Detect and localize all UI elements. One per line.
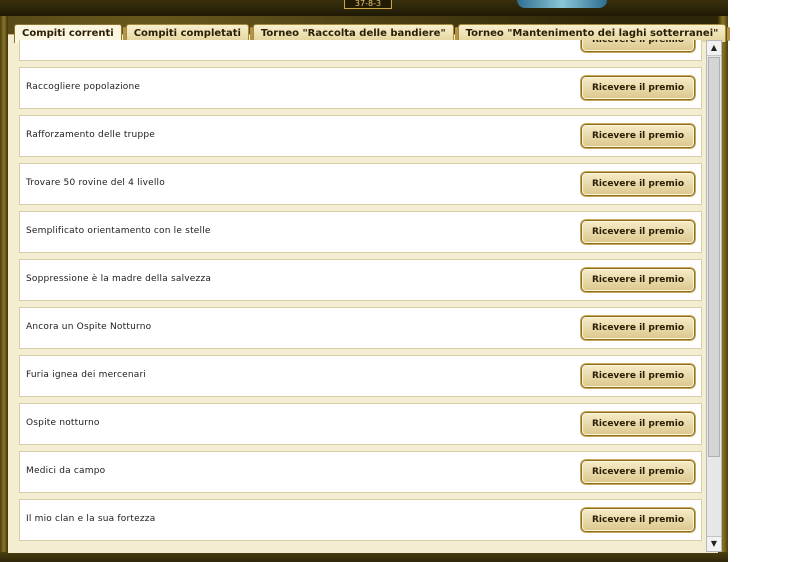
task-label: Raccogliere popolazione — [26, 82, 141, 92]
frame-top: 37-8-3 — [0, 0, 728, 16]
task-row: Furia ignea dei mercenari Ricevere il pr… — [19, 355, 702, 397]
task-row: Medici da campo Ricevere il premio — [19, 451, 702, 493]
receive-reward-button[interactable]: Ricevere il premio — [581, 364, 695, 388]
task-label: Soppressione è la madre della salvezza — [26, 274, 212, 284]
receive-reward-button[interactable]: Ricevere il premio — [581, 172, 695, 196]
task-label: Trovare 50 rovine del 4 livello — [26, 178, 165, 188]
task-row-partial: Ricevere il premio — [19, 40, 702, 61]
task-list: Ricevere il premio Raccogliere popolazio… — [19, 40, 702, 552]
receive-reward-button[interactable]: Ricevere il premio — [581, 508, 695, 532]
frame-bottom — [0, 552, 728, 562]
receive-reward-button[interactable]: Ricevere il premio — [581, 316, 695, 340]
task-row: Rafforzamento delle truppe Ricevere il p… — [19, 115, 702, 157]
task-label: Il mio clan e la sua fortezza — [26, 514, 156, 524]
task-row: Ospite notturno Ricevere il premio — [19, 403, 702, 445]
receive-reward-button[interactable]: Ricevere il premio — [581, 412, 695, 436]
scroll-up-icon[interactable]: ▲ — [707, 41, 721, 56]
task-label: Furia ignea dei mercenari — [26, 370, 147, 380]
task-row: Trovare 50 rovine del 4 livello Ricevere… — [19, 163, 702, 205]
receive-reward-button[interactable]: Ricevere il premio — [581, 40, 695, 52]
task-row: Soppressione è la madre della salvezza R… — [19, 259, 702, 301]
receive-reward-button[interactable]: Ricevere il premio — [581, 220, 695, 244]
task-label: Ospite notturno — [26, 418, 100, 428]
scroll-down-icon[interactable]: ▼ — [707, 536, 721, 551]
scrollbar-thumb[interactable] — [708, 57, 720, 457]
frame-orb-ornament — [517, 0, 607, 8]
task-row: Raccogliere popolazione Ricevere il prem… — [19, 67, 702, 109]
task-row: Ancora un Ospite Notturno Ricevere il pr… — [19, 307, 702, 349]
receive-reward-button[interactable]: Ricevere il premio — [581, 76, 695, 100]
task-row: Il mio clan e la sua fortezza Ricevere i… — [19, 499, 702, 541]
frame-left — [0, 16, 8, 562]
receive-reward-button[interactable]: Ricevere il premio — [581, 460, 695, 484]
receive-reward-button[interactable]: Ricevere il premio — [581, 124, 695, 148]
task-label: Semplificato orientamento con le stelle — [26, 226, 211, 236]
receive-reward-button[interactable]: Ricevere il premio — [581, 268, 695, 292]
task-label: Ancora un Ospite Notturno — [26, 322, 152, 332]
task-row: Semplificato orientamento con le stelle … — [19, 211, 702, 253]
task-label: Rafforzamento delle truppe — [26, 130, 156, 140]
vertical-scrollbar[interactable]: ▲ ▼ — [706, 40, 722, 552]
top-marker: 37-8-3 — [344, 0, 392, 9]
task-label: Medici da campo — [26, 466, 106, 476]
